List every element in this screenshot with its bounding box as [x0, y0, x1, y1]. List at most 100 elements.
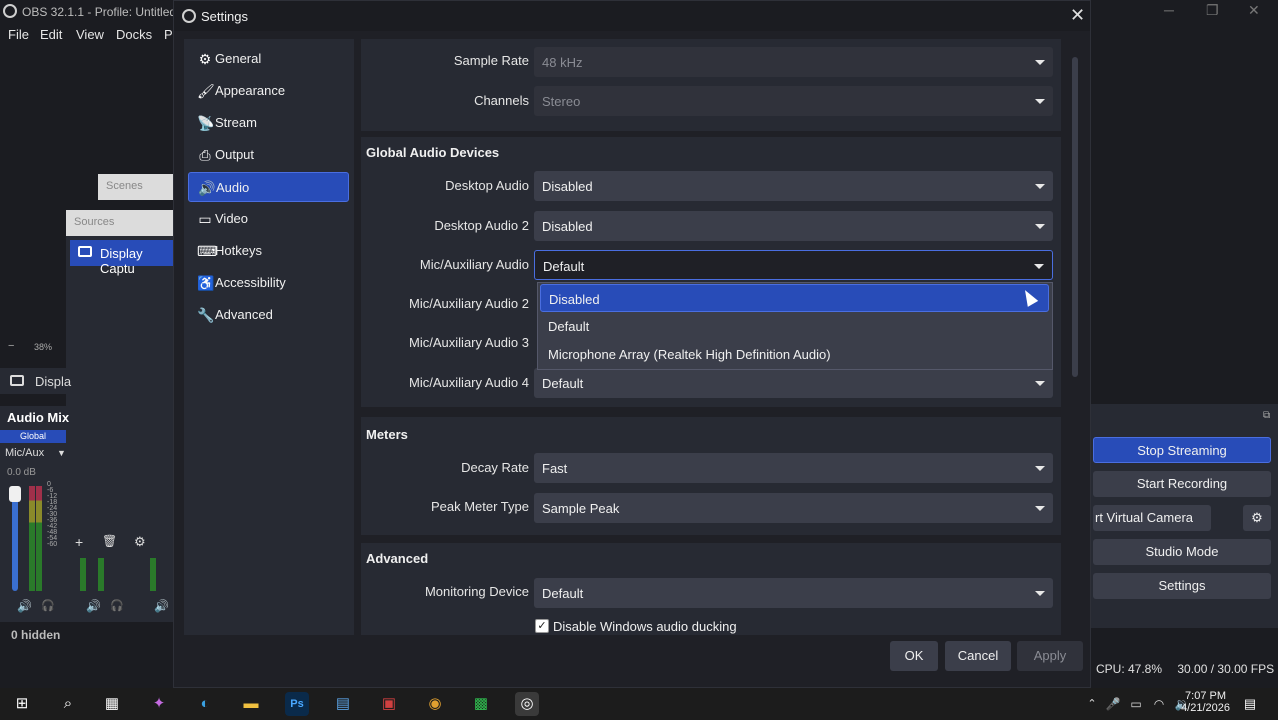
dropdown-option[interactable]: Disabled	[540, 284, 1049, 312]
volume-slider-handle[interactable]	[9, 486, 21, 502]
virtual-camera-button[interactable]: rt Virtual Camera	[1093, 505, 1211, 531]
desktop-audio-value: Disabled	[542, 179, 593, 194]
file-explorer-icon[interactable]: ▬	[239, 692, 263, 716]
level-meter	[29, 486, 35, 591]
chevron-down-icon	[1035, 99, 1045, 104]
nav-label: Advanced	[215, 307, 273, 322]
fps-readout: 30.00 / 30.00 FPS	[1177, 662, 1275, 676]
nav-audio[interactable]: 🔊 Audio	[188, 172, 349, 202]
headphone-icon[interactable]: 🎧	[110, 599, 124, 612]
apply-button[interactable]: Apply	[1017, 641, 1083, 671]
photoshop-icon[interactable]: Ps	[285, 692, 309, 716]
close-icon[interactable]: ✕	[1248, 2, 1260, 19]
app-icon[interactable]: ▣	[377, 692, 401, 716]
add-icon[interactable]: +	[75, 534, 83, 550]
decay-rate-value: Fast	[542, 461, 568, 476]
db-value: 0.0 dB	[7, 467, 36, 478]
nav-advanced[interactable]: 🔧 Advanced	[188, 300, 349, 330]
nav-label: Output	[215, 147, 255, 162]
nav-appearance[interactable]: 🖌 Appearance	[188, 76, 349, 106]
peak-meter-select[interactable]: Sample Peak	[534, 493, 1053, 523]
desktop-audio2-label: Desktop Audio 2	[434, 218, 529, 233]
dropdown-option[interactable]: Default	[540, 312, 1049, 340]
nav-general[interactable]: ⚙ General	[188, 44, 349, 74]
maximize-icon[interactable]: ❐	[1206, 2, 1219, 19]
decay-rate-label: Decay Rate	[461, 460, 529, 475]
edge-icon[interactable]: ◐	[193, 692, 217, 716]
dropdown-option[interactable]: Microphone Array (Realtek High Definitio…	[540, 340, 1049, 368]
mic-audio4-label: Mic/Auxiliary Audio 4	[409, 375, 529, 390]
menu-view[interactable]: View	[76, 27, 104, 42]
global-tab-label: Global	[20, 431, 47, 441]
minimize-icon[interactable]: ─	[1164, 2, 1174, 18]
dropdown-option-label: Microphone Array (Realtek High Definitio…	[548, 347, 831, 362]
speaker-icon[interactable]: 🔊	[86, 599, 101, 613]
display-label: Displa	[35, 374, 72, 389]
menu-file[interactable]: File	[8, 27, 29, 42]
chevron-down-icon[interactable]: ▼	[57, 448, 66, 458]
mic-audio-dropdown-list: Disabled Default Microphone Array (Realt…	[537, 282, 1053, 370]
menu-docks[interactable]: Docks	[116, 27, 152, 42]
trash-icon[interactable]: 🗑	[102, 534, 117, 548]
mic-audio-select[interactable]: Default	[534, 250, 1053, 280]
ducking-checkbox[interactable]: ✓	[535, 619, 549, 633]
global-tab[interactable]: Global	[0, 430, 66, 443]
nav-accessibility[interactable]: ♿ Accessibility	[188, 268, 349, 298]
channels-value: Stereo	[542, 94, 581, 109]
headphone-icon[interactable]: 🎧	[41, 599, 55, 612]
close-icon[interactable]: ✕	[1070, 5, 1085, 26]
ok-button[interactable]: OK	[890, 641, 938, 671]
wifi-icon[interactable]: ◠	[1147, 692, 1171, 716]
settings-button[interactable]: Settings	[1093, 573, 1271, 599]
nav-video[interactable]: ▭ Video	[188, 204, 349, 234]
nav-output[interactable]: ⎙ Output	[188, 140, 349, 170]
mic-audio2-label: Mic/Auxiliary Audio 2	[409, 296, 529, 311]
menu-edit[interactable]: Edit	[40, 27, 62, 42]
speaker-icon[interactable]: 🔊	[17, 599, 32, 613]
nav-stream[interactable]: 📡 Stream	[188, 108, 349, 138]
undock-icon[interactable]: ⧉	[1263, 410, 1270, 421]
channels-select[interactable]: Stereo	[534, 86, 1053, 116]
monitoring-select[interactable]: Default	[534, 578, 1053, 608]
copilot-icon[interactable]: ✦	[147, 692, 171, 716]
decay-rate-select[interactable]: Fast	[534, 453, 1053, 483]
gear-icon[interactable]: ⚙	[134, 534, 146, 550]
app-icon[interactable]: ▤	[331, 692, 355, 716]
display-small-icon	[10, 375, 24, 386]
cpu-usage: CPU: 47.8%	[1096, 662, 1163, 676]
studio-mode-button[interactable]: Studio Mode	[1093, 539, 1271, 565]
clock[interactable]: 7:07 PM 4/21/2026	[1181, 688, 1230, 714]
desktop-audio2-select[interactable]: Disabled	[534, 211, 1053, 241]
nav-label: Appearance	[215, 83, 286, 98]
mic-audio3-label: Mic/Auxiliary Audio 3	[409, 335, 529, 350]
source-item[interactable]: Display Captu	[70, 240, 173, 276]
sample-rate-select[interactable]: 48 kHz	[534, 47, 1053, 77]
zoom-minus-icon[interactable]: −	[8, 340, 14, 352]
ducking-label: Disable Windows audio ducking	[553, 619, 737, 634]
search-icon[interactable]: ⌕	[56, 692, 80, 716]
keyboard-icon: ⌨	[197, 243, 218, 259]
palette-icon: 🖌	[197, 83, 215, 99]
sample-rate-label: Sample Rate	[453, 53, 529, 68]
speaker-icon[interactable]: 🔊	[154, 599, 169, 613]
monitoring-value: Default	[542, 586, 584, 601]
chrome-icon[interactable]: ◉	[423, 692, 447, 716]
battery-icon[interactable]: ▭	[1124, 692, 1148, 716]
notification-icon[interactable]: ▤	[1238, 692, 1262, 716]
start-recording-button[interactable]: Start Recording	[1093, 471, 1271, 497]
nav-hotkeys[interactable]: ⌨ Hotkeys	[188, 236, 349, 266]
microphone-icon[interactable]: 🎤	[1101, 692, 1125, 716]
settings-title: Settings	[201, 9, 248, 24]
cancel-button[interactable]: Cancel	[945, 641, 1011, 671]
app-icon[interactable]: ▩	[469, 692, 493, 716]
scrollbar[interactable]	[1072, 57, 1078, 377]
mic-audio4-select[interactable]: Default	[534, 368, 1053, 398]
nav-label: Video	[215, 211, 249, 226]
task-view-icon[interactable]: ▦	[100, 692, 124, 716]
windows-start-icon[interactable]: ⊞	[10, 692, 34, 716]
peak-meter-value: Sample Peak	[542, 501, 620, 516]
virtual-camera-settings-button[interactable]: ⚙	[1243, 505, 1271, 531]
desktop-audio-select[interactable]: Disabled	[534, 171, 1053, 201]
stop-streaming-button[interactable]: Stop Streaming	[1093, 437, 1271, 463]
obs-taskbar-icon[interactable]: ◎	[515, 692, 539, 716]
